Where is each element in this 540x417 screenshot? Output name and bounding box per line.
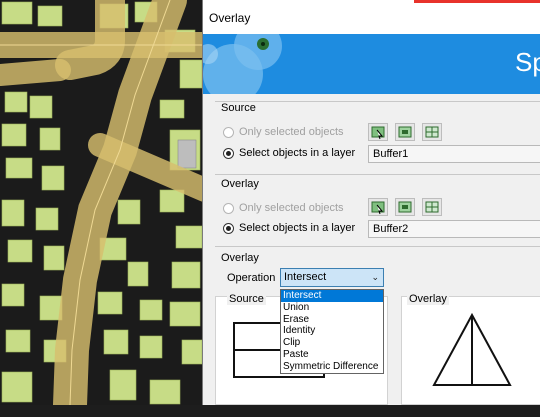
operation-label: Operation (227, 272, 276, 284)
operation-value: Intersect (284, 271, 327, 283)
dropdown-option[interactable]: Symmetric Difference (281, 361, 383, 373)
grid-icon (425, 126, 439, 138)
grid-icon (425, 201, 439, 213)
overlay-preview-label: Overlay (407, 293, 449, 305)
table-select-icon (398, 201, 412, 213)
overlay-dialog: Overlay Sp Source Only selected objects … (202, 0, 540, 405)
overlay-option-selected[interactable]: Only selected objects (223, 202, 344, 214)
banner: Sp (203, 34, 540, 94)
globe-graphic (203, 34, 282, 94)
operation-select[interactable]: Intersect ⌄ (280, 268, 384, 287)
overlay-option-layer-label: Select objects in a layer (239, 222, 356, 234)
dropdown-option[interactable]: Paste (281, 349, 383, 361)
separator (215, 101, 540, 102)
title-bar: Overlay (203, 0, 540, 34)
overlay-heading: Overlay (221, 178, 259, 190)
chevron-down-icon: ⌄ (371, 272, 379, 282)
select-tool-button[interactable] (368, 198, 388, 216)
source-preview-label: Source (227, 293, 266, 305)
radio-checked-icon[interactable] (223, 222, 234, 234)
separator (215, 174, 540, 175)
banner-title: Sp (515, 47, 540, 77)
overlay-option-selected-label: Only selected objects (239, 202, 344, 214)
source-layer-field[interactable]: Buffer1 (368, 145, 540, 163)
selection-tool-button[interactable] (395, 198, 415, 216)
operation-dropdown-list[interactable]: Intersect Union Erase Identity Clip Paste Symm… (280, 289, 384, 374)
dropdown-option[interactable]: Clip (281, 337, 383, 349)
dropdown-option[interactable]: Identity (281, 325, 383, 337)
dropdown-option[interactable]: Erase (281, 314, 383, 326)
source-option-layer[interactable]: Select objects in a layer (223, 147, 355, 159)
overlay-preview-panel (401, 296, 540, 405)
source-option-selected[interactable]: Only selected objects (223, 126, 344, 138)
overlay-shape-preview (432, 312, 512, 386)
grid-tool-button[interactable] (422, 198, 442, 216)
source-option-selected-label: Only selected objects (239, 126, 344, 138)
operation-section-heading: Overlay (221, 252, 259, 264)
radio-checked-icon[interactable] (223, 147, 234, 159)
radio-icon[interactable] (223, 126, 234, 138)
separator (215, 246, 540, 247)
select-layer-icon (371, 126, 385, 140)
source-option-layer-label: Select objects in a layer (239, 147, 356, 159)
selection-tool-button[interactable] (395, 123, 415, 141)
close-button-edge[interactable] (414, 0, 540, 3)
overlay-layer-field[interactable]: Buffer2 (368, 220, 540, 238)
dropdown-option[interactable]: Intersect (281, 290, 383, 302)
grid-tool-button[interactable] (422, 123, 442, 141)
radio-icon[interactable] (223, 202, 234, 214)
select-tool-button[interactable] (368, 123, 388, 141)
source-heading: Source (221, 102, 256, 114)
overlay-option-layer[interactable]: Select objects in a layer (223, 222, 355, 234)
table-select-icon (398, 126, 412, 138)
dropdown-option[interactable]: Union (281, 302, 383, 314)
select-layer-icon (371, 201, 385, 215)
window-title: Overlay (209, 11, 251, 25)
map-view[interactable] (0, 0, 205, 405)
